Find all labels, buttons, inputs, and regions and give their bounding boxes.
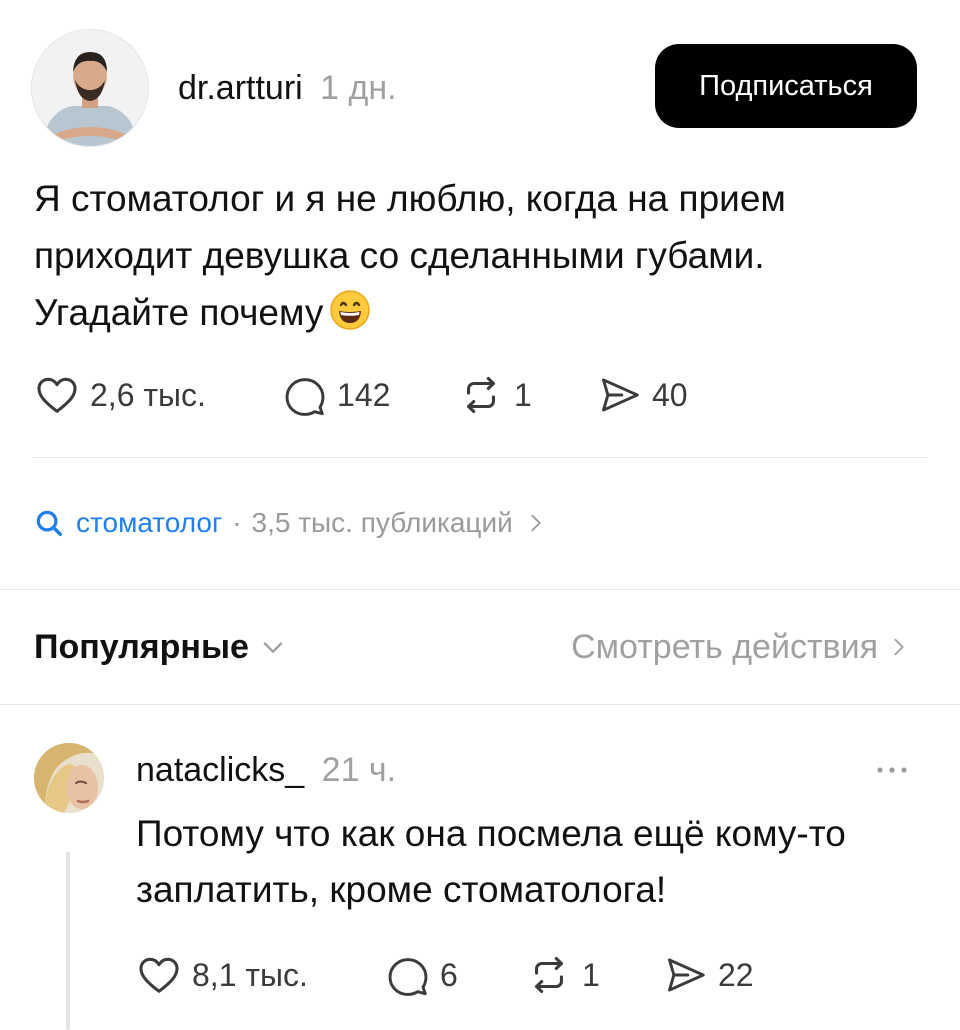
reply-username[interactable]: nataclicks_ [136, 751, 304, 789]
more-options-button[interactable] [872, 752, 912, 788]
divider [0, 704, 960, 705]
post-text-line-content: Угадайте почему [34, 292, 324, 333]
like-count: 2,6 тыс. [90, 376, 206, 413]
reply-header: nataclicks_ 21 ч. [136, 748, 396, 792]
reply-author-avatar[interactable] [34, 743, 104, 813]
paper-plane-icon [602, 378, 639, 412]
more-horizontal-icon [877, 767, 907, 773]
divider [0, 589, 960, 590]
topic-separator: · [232, 507, 242, 538]
paper-plane-icon [668, 958, 705, 992]
heart-outline-icon [37, 377, 77, 413]
sort-label: Популярные [34, 627, 249, 666]
reply-text-line: заплатить, кроме стоматолога! [136, 869, 667, 910]
topic-link[interactable]: стоматолог · 3,5 тыс. публикаций [34, 500, 547, 546]
chevron-right-icon [531, 514, 541, 532]
chevron-right-icon [894, 638, 904, 656]
reply-share-button[interactable]: 22 [664, 950, 754, 1000]
thread-line [66, 852, 70, 1030]
like-button[interactable]: 2,6 тыс. [34, 370, 206, 420]
view-activity-link[interactable]: Смотреть действия [571, 622, 910, 672]
topic-name: стоматолог [76, 507, 223, 538]
search-icon [36, 510, 62, 536]
post-header: dr.artturi 1 дн. [178, 66, 397, 110]
divider [32, 457, 928, 458]
reply-comment-count: 6 [440, 956, 458, 993]
follow-button[interactable]: Подписаться [655, 44, 917, 128]
speech-bubble-icon [388, 958, 428, 996]
reply-text: Потому что как она посмела ещё кому-то з… [136, 806, 936, 918]
reply-like-button[interactable]: 8,1 тыс. [136, 950, 308, 1000]
reply-comment-button[interactable]: 6 [386, 950, 458, 1000]
repost-arrows-icon [467, 376, 495, 414]
author-avatar[interactable] [32, 30, 148, 146]
reply-share-count: 22 [718, 956, 754, 993]
topic-publication-count: 3,5 тыс. публикаций [251, 507, 513, 538]
repost-count: 1 [514, 376, 532, 413]
comment-button[interactable]: 142 [283, 370, 390, 420]
share-button[interactable]: 40 [598, 370, 688, 420]
reply-text-line: Потому что как она посмела ещё кому-то [136, 813, 846, 854]
repost-button[interactable]: 1 [458, 370, 532, 420]
post-text-line: Угадайте почему [34, 284, 914, 347]
heart-outline-icon [139, 957, 179, 993]
speech-bubble-icon [285, 378, 325, 416]
post-username[interactable]: dr.artturi [178, 69, 303, 107]
post-time: 1 дн. [320, 69, 397, 107]
post-text: Я стоматолог и я не люблю, когда на прие… [34, 170, 914, 347]
reply-time: 21 ч. [321, 751, 397, 789]
repost-arrows-icon [535, 956, 563, 994]
view-activity-label: Смотреть действия [571, 627, 878, 666]
reply-repost-button[interactable]: 1 [526, 950, 600, 1000]
chevron-down-icon [263, 642, 283, 653]
reply-repost-count: 1 [582, 956, 600, 993]
share-count: 40 [652, 376, 688, 413]
comment-count: 142 [337, 376, 391, 413]
grinning-face-emoji-icon [329, 289, 371, 347]
post-text-line: приходит девушка со сделанными губами. [34, 235, 765, 276]
reply-like-count: 8,1 тыс. [192, 956, 308, 993]
sort-dropdown[interactable]: Популярные [34, 622, 287, 672]
post-text-line: Я стоматолог и я не люблю, когда на прие… [34, 178, 786, 219]
